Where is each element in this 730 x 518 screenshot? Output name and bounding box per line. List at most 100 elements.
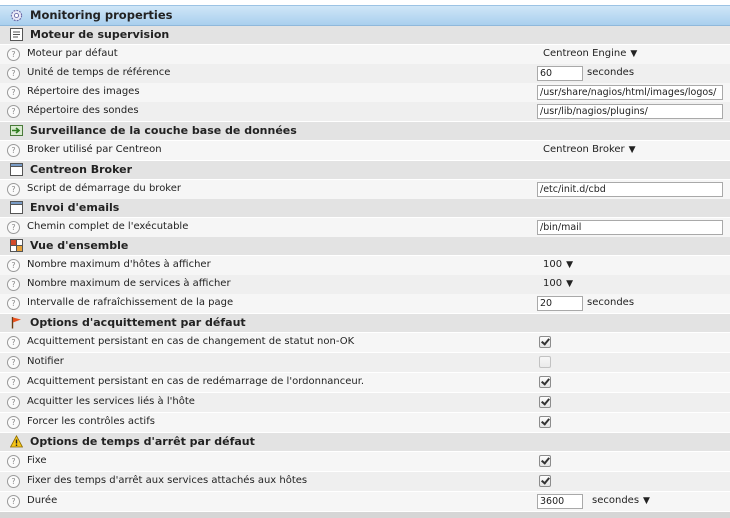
help-icon[interactable]: ? — [7, 67, 20, 80]
page-header: Monitoring properties — [0, 5, 730, 26]
help-icon[interactable]: ? — [7, 356, 20, 369]
field-label: Acquitter les services liés à l'hôte — [27, 396, 195, 407]
row-broker-script: ? Script de démarrage du broker — [0, 180, 730, 200]
field-label: Script de démarrage du broker — [27, 183, 182, 194]
help-icon[interactable]: ? — [7, 475, 20, 488]
row-refresh: ? Intervalle de rafraîchissement de la p… — [0, 294, 730, 314]
row-ack-persistent: ? Acquittement persistant en cas de redé… — [0, 373, 730, 393]
section-mail: Envoi d'emails — [0, 199, 730, 218]
downtime-services-checkbox[interactable] — [539, 475, 551, 487]
help-icon[interactable]: ? — [7, 48, 20, 61]
default-engine-select[interactable]: Centreon Engine ▼ — [543, 48, 637, 59]
downtime-fixed-checkbox[interactable] — [539, 455, 551, 467]
field-label: Fixer des temps d'arrêt aux services att… — [27, 475, 308, 486]
row-plugins-dir: ? Répertoire des sondes — [0, 102, 730, 122]
section-db: Surveillance de la couche base de donnée… — [0, 122, 730, 141]
max-services-select[interactable]: 100 ▼ — [543, 278, 573, 289]
row-broker: ? Broker utilisé par Centreon Centreon B… — [0, 141, 730, 161]
chevron-down-icon: ▼ — [566, 279, 574, 289]
help-icon[interactable]: ? — [7, 86, 20, 99]
row-default-engine: ? Moteur par défaut Centreon Engine ▼ — [0, 45, 730, 65]
chevron-down-icon: ▼ — [628, 145, 636, 155]
help-icon[interactable]: ? — [7, 455, 20, 468]
help-icon[interactable]: ? — [7, 336, 20, 349]
flag-icon — [11, 317, 21, 329]
max-hosts-select[interactable]: 100 ▼ — [543, 259, 573, 270]
images-dir-input[interactable] — [537, 85, 723, 100]
grid-icon — [10, 239, 23, 252]
help-icon[interactable]: ? — [7, 495, 20, 508]
broker-select[interactable]: Centreon Broker ▼ — [543, 144, 636, 155]
field-label: Nombre maximum d'hôtes à afficher — [27, 259, 211, 270]
unit-label: secondes — [587, 297, 635, 308]
section-title: Envoi d'emails — [30, 201, 120, 214]
ack-notify-checkbox[interactable] — [539, 356, 551, 368]
mail-path-input[interactable] — [537, 220, 723, 235]
window-icon — [10, 163, 23, 176]
help-icon[interactable]: ? — [7, 221, 20, 234]
field-label: Nombre maximum de services à afficher — [27, 278, 231, 289]
ref-time-input[interactable] — [537, 66, 583, 81]
row-ack-sticky: ? Acquittement persistant en cas de chan… — [0, 333, 730, 353]
field-label: Notifier — [27, 356, 64, 367]
help-icon[interactable]: ? — [7, 416, 20, 429]
row-images-dir: ? Répertoire des images — [0, 83, 730, 103]
section-title: Centreon Broker — [30, 163, 132, 176]
help-icon[interactable]: ? — [7, 278, 20, 291]
help-icon[interactable]: ? — [7, 396, 20, 409]
help-icon[interactable]: ? — [7, 105, 20, 118]
bottom-border — [0, 512, 730, 518]
duration-unit-select[interactable]: secondes ▼ — [592, 495, 650, 506]
gear-icon — [10, 9, 23, 22]
field-label: Intervalle de rafraîchissement de la pag… — [27, 297, 234, 308]
row-ack-services: ? Acquitter les services liés à l'hôte — [0, 393, 730, 413]
window-icon — [10, 201, 23, 214]
section-title: Vue d'ensemble — [30, 239, 129, 252]
help-icon[interactable]: ? — [7, 144, 20, 157]
refresh-input[interactable] — [537, 296, 583, 311]
field-label: Acquittement persistant en cas de change… — [27, 336, 355, 347]
field-label: Acquittement persistant en cas de redéma… — [27, 376, 365, 387]
section-title: Moteur de supervision — [30, 28, 170, 41]
row-ack-notify: ? Notifier — [0, 353, 730, 373]
arrow-in-icon — [10, 125, 23, 136]
field-label: Répertoire des sondes — [27, 105, 139, 116]
row-downtime-services: ? Fixer des temps d'arrêt aux services a… — [0, 472, 730, 492]
ack-force-checkbox[interactable] — [539, 416, 551, 428]
duration-input[interactable] — [537, 494, 583, 509]
list-icon — [10, 28, 23, 41]
ack-services-checkbox[interactable] — [539, 396, 551, 408]
row-mail-path: ? Chemin complet de l'exécutable — [0, 218, 730, 238]
section-title: Options d'acquittement par défaut — [30, 316, 246, 329]
section-overview: Vue d'ensemble — [0, 237, 730, 256]
page-title: Monitoring properties — [30, 8, 173, 22]
field-label: Fixe — [27, 455, 47, 466]
chevron-down-icon: ▼ — [630, 49, 638, 59]
ack-sticky-checkbox[interactable] — [539, 336, 551, 348]
plugins-dir-input[interactable] — [537, 104, 723, 119]
section-title: Surveillance de la couche base de donnée… — [30, 124, 297, 137]
field-label: Forcer les contrôles actifs — [27, 416, 155, 427]
broker-script-input[interactable] — [537, 182, 723, 197]
warning-icon — [10, 435, 23, 448]
row-max-hosts: ? Nombre maximum d'hôtes à afficher 100 ▼ — [0, 256, 730, 276]
row-ref-time: ? Unité de temps de référence secondes — [0, 64, 730, 84]
ack-persistent-checkbox[interactable] — [539, 376, 551, 388]
help-icon[interactable]: ? — [7, 297, 20, 310]
field-label: Unité de temps de référence — [27, 67, 171, 78]
row-downtime-fixed: ? Fixe — [0, 452, 730, 472]
chevron-down-icon: ▼ — [566, 260, 574, 270]
row-max-services: ? Nombre maximum de services à afficher … — [0, 275, 730, 295]
field-label: Répertoire des images — [27, 86, 140, 97]
field-label: Durée — [27, 495, 58, 506]
help-icon[interactable]: ? — [7, 183, 20, 196]
help-icon[interactable]: ? — [7, 259, 20, 272]
section-ack: Options d'acquittement par défaut — [0, 314, 730, 333]
row-ack-force: ? Forcer les contrôles actifs — [0, 413, 730, 433]
section-title: Options de temps d'arrêt par défaut — [30, 435, 255, 448]
section-engine: Moteur de supervision — [0, 26, 730, 45]
monitoring-properties-form: Monitoring properties Moteur de supervis… — [0, 0, 730, 518]
help-icon[interactable]: ? — [7, 376, 20, 389]
section-broker: Centreon Broker — [0, 161, 730, 180]
section-downtime: Options de temps d'arrêt par défaut — [0, 433, 730, 452]
